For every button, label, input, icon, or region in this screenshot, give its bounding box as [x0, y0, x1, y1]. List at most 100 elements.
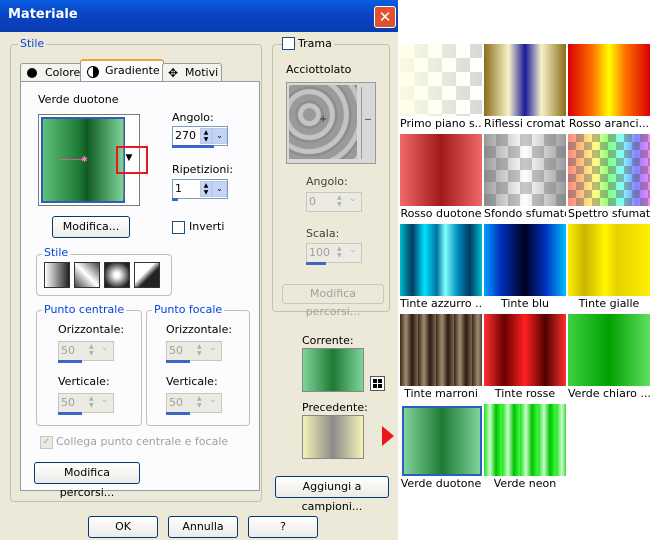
swatch-preview	[484, 134, 566, 206]
swatch-preview	[400, 314, 482, 386]
swatch-preview	[568, 314, 650, 386]
repeat-slider-fill[interactable]	[172, 198, 178, 201]
texture-divider	[361, 87, 362, 159]
repeat-label: Ripetizioni:	[172, 163, 234, 176]
gradient-swatch-primo-piano[interactable]: Primo piano s...	[400, 44, 482, 132]
linear-style-button[interactable]	[44, 262, 70, 288]
swatch-preview	[568, 224, 650, 296]
gradient-swatch-sfondo-sfumato[interactable]: Sfondo sfumato	[484, 134, 566, 222]
gradient-dropdown-button[interactable]: ▼	[121, 152, 137, 164]
focal-vertical-label: Verticale:	[166, 375, 218, 388]
swatch-label: Riflessi cromati	[484, 117, 566, 130]
invert-label: Inverti	[189, 220, 225, 233]
texture-name: Acciottolato	[286, 63, 352, 76]
texture-angle-input[interactable]: 0 ▲ ▼ ⌄	[306, 192, 362, 212]
title-bar[interactable]: Materiale ✕	[0, 0, 398, 32]
focal-vertical-value: 50	[169, 396, 183, 409]
swatch-preview-selected	[402, 406, 482, 476]
swatch-preview	[484, 44, 566, 116]
focal-point-legend: Punto focale	[152, 303, 225, 316]
texture-dropdown-marker[interactable]	[365, 119, 371, 120]
gradient-swatch-verde-duotone[interactable]: Verde duotone	[400, 404, 482, 492]
close-icon: ✕	[378, 8, 392, 26]
modify-gradient-button[interactable]: Modifica...	[52, 216, 130, 238]
tab-gradiente[interactable]: Gradiente	[80, 59, 164, 81]
gradient-swatch-tinte-blu[interactable]: Tinte blu	[484, 224, 566, 312]
swatch-label: Rosso aranci...	[568, 117, 650, 130]
tab-colore[interactable]: Colore	[20, 63, 82, 82]
gradient-preview[interactable]: ✱	[41, 117, 125, 203]
close-button[interactable]: ✕	[374, 6, 396, 28]
angle-dropdown[interactable]: ⌄	[212, 128, 227, 144]
focal-vertical-input[interactable]: 50 ▲ ▼ ⌄	[166, 393, 222, 413]
gradient-swatch-verde-neon[interactable]: Verde neon	[484, 404, 566, 492]
texture-preview-frame[interactable]: +	[286, 82, 376, 164]
swatch-preview	[484, 404, 566, 476]
spinner-icon: ▲ ▼	[337, 194, 342, 208]
pattern-icon: ✥	[168, 66, 179, 80]
center-horizontal-slider[interactable]	[58, 360, 82, 363]
angle-label: Angolo:	[172, 111, 214, 124]
gradient-swatch-tinte-azzurro[interactable]: Tinte azzurro ...	[400, 224, 482, 312]
center-vertical-slider[interactable]	[58, 412, 82, 415]
swap-button[interactable]	[370, 376, 385, 391]
texture-scale-input[interactable]: 100 ▲ ▼ ⌄	[306, 243, 362, 263]
texture-scale-slider[interactable]	[306, 262, 326, 265]
gradient-swatch-verde-chiaro[interactable]: Verde chiaro ...	[568, 314, 650, 402]
texture-checkbox[interactable]	[282, 37, 295, 50]
tab-motivi[interactable]: ✥ Motivi	[162, 63, 222, 82]
center-point-legend: Punto centrale	[42, 303, 127, 316]
swatch-preview	[484, 224, 566, 296]
gradient-swatch-tinte-gialle[interactable]: Tinte gialle	[568, 224, 650, 312]
invert-checkbox[interactable]	[172, 221, 185, 234]
add-to-swatches-button[interactable]: Aggiungi a campioni...	[275, 476, 389, 513]
modify-paths-button[interactable]: Modifica percorsi...	[34, 462, 140, 499]
focal-vertical-slider[interactable]	[166, 412, 190, 415]
stile-legend: Stile	[18, 37, 47, 50]
center-vertical-label: Verticale:	[58, 375, 110, 388]
angle-slider-fill[interactable]	[172, 145, 214, 148]
swatch-label: Sfondo sfumato	[484, 207, 566, 220]
angle-input[interactable]: 270 ▲ ▼ ⌄	[172, 126, 228, 146]
chevron-down-icon: ⌄	[101, 395, 109, 405]
repeat-dropdown[interactable]: ⌄	[212, 181, 227, 197]
repeat-input[interactable]: 1 ▲ ▼ ⌄	[172, 179, 228, 199]
radial-style-button[interactable]	[104, 262, 130, 288]
focal-horizontal-slider[interactable]	[166, 360, 190, 363]
angle-spinner[interactable]: ▲ ▼	[200, 128, 212, 144]
link-points-checkbox[interactable]: ✓	[40, 436, 53, 449]
ok-button[interactable]: OK	[88, 516, 158, 538]
swap-icon-square	[378, 384, 382, 388]
swatch-label: Verde neon	[493, 477, 557, 490]
focal-horizontal-input[interactable]: 50 ▲ ▼ ⌄	[166, 341, 222, 361]
repeat-spinner[interactable]: ▲ ▼	[200, 181, 212, 197]
cancel-button[interactable]: Annulla	[168, 516, 238, 538]
swatch-preview	[568, 134, 650, 206]
swatch-label: Rosso duotone	[400, 207, 482, 220]
focal-horizontal-label: Orizzontale:	[166, 323, 233, 336]
previous-swatch[interactable]	[302, 415, 364, 459]
center-vertical-input[interactable]: 50 ▲ ▼ ⌄	[58, 393, 114, 413]
gradient-swatch-rosso-duotone[interactable]: Rosso duotone	[400, 134, 482, 222]
gradient-swatch-spettro-sfumato[interactable]: Spettro sfumato	[568, 134, 650, 222]
rectangular-style-button[interactable]	[74, 262, 100, 288]
gradient-center-handle[interactable]: ✱	[81, 156, 88, 164]
center-horizontal-value: 50	[61, 344, 75, 357]
window-title: Materiale	[8, 7, 78, 22]
sunburst-style-button[interactable]	[134, 262, 160, 288]
swatch-label: Tinte blu	[501, 297, 549, 310]
gradient-swatch-riflessi-cromati[interactable]: Riflessi cromati	[484, 44, 566, 132]
gradient-swatch-tinte-rosse[interactable]: Tinte rosse	[484, 314, 566, 402]
current-label: Corrente:	[302, 334, 354, 347]
chevron-down-icon: ⌄	[216, 184, 223, 193]
swatch-preview	[568, 44, 650, 116]
chevron-down-icon: ⌄	[209, 343, 217, 353]
swatch-label: Verde duotone	[400, 477, 482, 490]
current-swatch[interactable]	[302, 348, 364, 392]
gradient-swatch-rosso-arancio[interactable]: Rosso aranci...	[568, 44, 650, 132]
texture-modify-paths-button[interactable]: Modifica percorsi...	[282, 284, 384, 318]
help-button[interactable]: ?	[248, 516, 318, 538]
gradient-swatch-tinte-marroni[interactable]: Tinte marroni	[400, 314, 482, 402]
center-horizontal-input[interactable]: 50 ▲ ▼ ⌄	[58, 341, 114, 361]
swatch-label: Spettro sfumato	[568, 207, 650, 220]
